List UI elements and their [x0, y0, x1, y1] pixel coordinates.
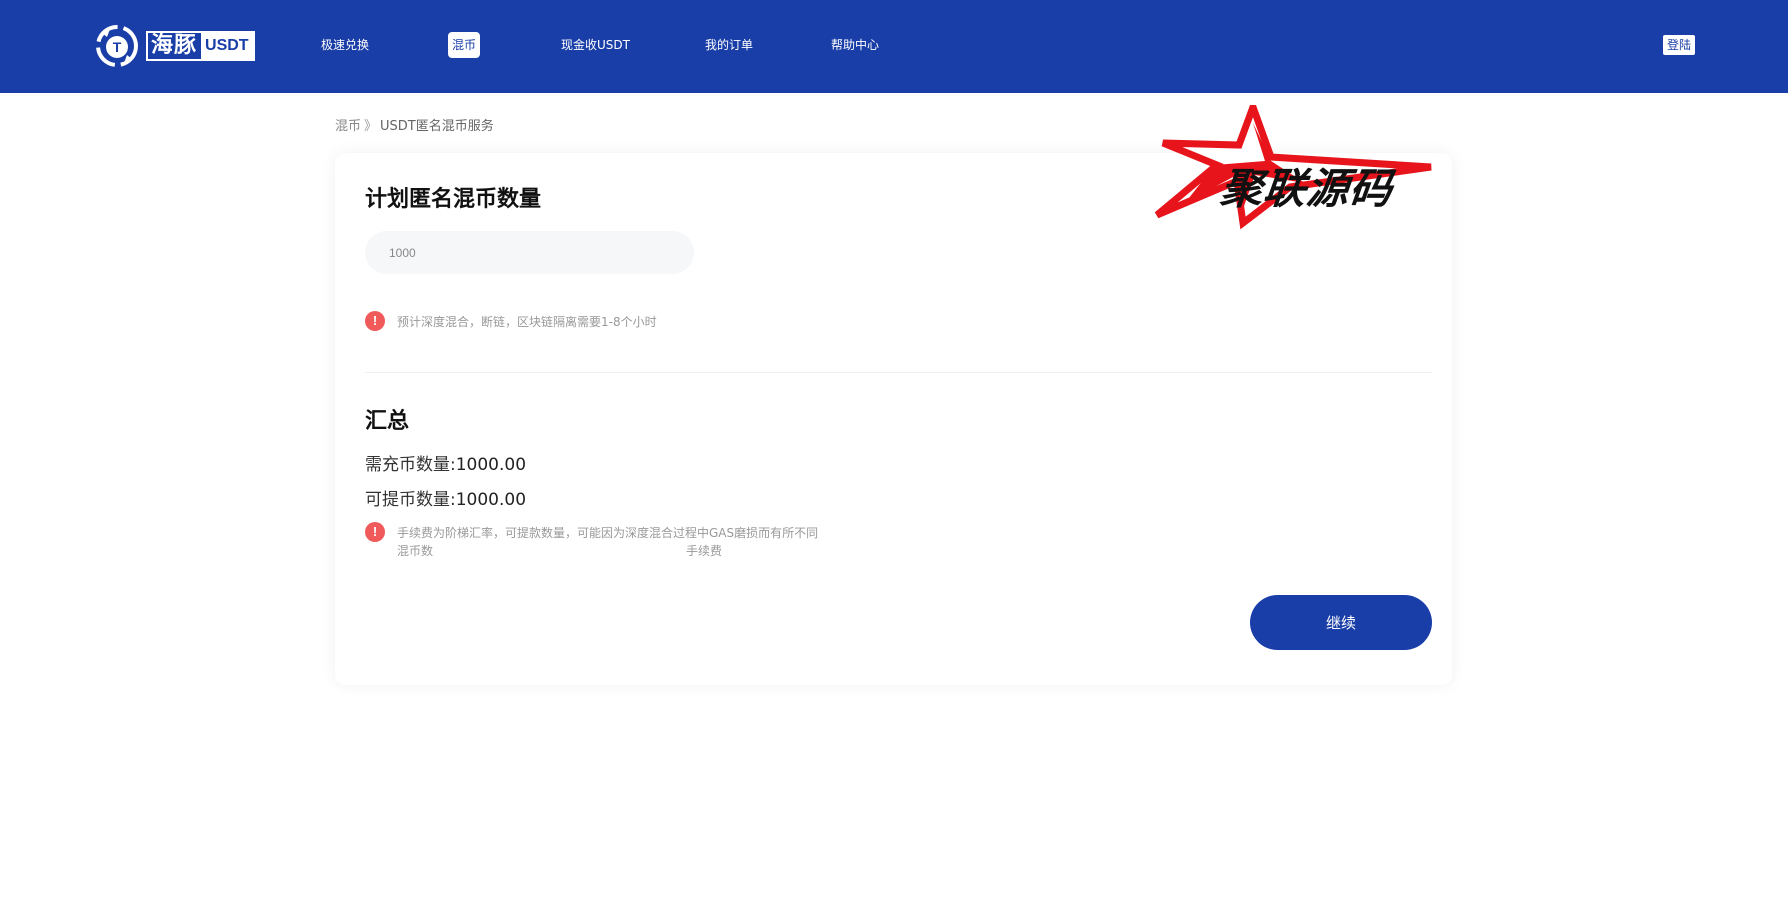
nav-item-fast-exchange[interactable]: 极速兑换 — [321, 36, 369, 54]
breadcrumb: 混币》 USDT匿名混币服务 — [335, 115, 494, 134]
brand-name-box: 海豚 USDT — [146, 31, 255, 61]
breadcrumb-separator: 》 — [364, 119, 378, 134]
brand-name-en: USDT — [201, 33, 253, 59]
withdraw-amount-label: 可提币数量: — [365, 490, 456, 510]
top-header: T 海豚 USDT 极速兑换 混币 现金收USDT 我的订单 帮助中心 登陆 — [0, 0, 1788, 93]
deposit-amount-label: 需充币数量: — [365, 455, 456, 475]
fee-note-mix-amount: 混币数 — [397, 544, 434, 558]
fee-note-line-2: 混币数 手续费 — [397, 542, 847, 560]
watermark: 聚联源码 — [1155, 105, 1435, 230]
section-divider — [365, 372, 1432, 373]
nav-item-my-orders[interactable]: 我的订单 — [705, 36, 753, 54]
withdraw-amount-value: 1000.00 — [455, 490, 527, 510]
dolphin-t-logo-icon: T — [96, 25, 138, 67]
fee-note-fee: 手续费 — [685, 544, 722, 558]
nav-item-help-center[interactable]: 帮助中心 — [831, 36, 879, 54]
mix-time-tip: 预计深度混合，断链，区块链隔离需要1-8个小时 — [397, 315, 657, 329]
breadcrumb-current: USDT匿名混币服务 — [380, 119, 494, 134]
fee-note-text: 手续费为阶梯汇率，可提款数量，可能因为深度混合过程中GAS磨损而有所不同 — [397, 526, 819, 540]
withdraw-amount-row: 可提币数量:1000.00 — [365, 485, 526, 510]
fee-note-line-1: 手续费为阶梯汇率，可提款数量，可能因为深度混合过程中GAS磨损而有所不同 — [397, 524, 847, 542]
deposit-amount-row: 需充币数量:1000.00 — [365, 450, 526, 475]
plan-section-title: 计划匿名混币数量 — [365, 187, 542, 212]
fee-note: 手续费为阶梯汇率，可提款数量，可能因为深度混合过程中GAS磨损而有所不同 混币数… — [397, 524, 847, 560]
login-button[interactable]: 登陆 — [1663, 35, 1696, 55]
mixing-form-card: 计划匿名混币数量 ! 预计深度混合，断链，区块链隔离需要1-8个小时 汇总 需充… — [335, 153, 1452, 685]
brand-logo[interactable]: T 海豚 USDT — [92, 20, 255, 72]
breadcrumb-parent[interactable]: 混币 — [335, 119, 361, 134]
exclamation-circle-icon: ! — [365, 311, 385, 331]
brand-name-cn: 海豚 — [151, 33, 198, 58]
nav-item-cash-usdt[interactable]: 现金收USDT — [561, 36, 630, 54]
exclamation-circle-icon: ! — [365, 522, 385, 542]
mix-amount-input[interactable] — [365, 231, 694, 274]
summary-section-title: 汇总 — [365, 409, 410, 434]
watermark-text: 聚联源码 — [1218, 164, 1396, 213]
continue-button[interactable]: 继续 — [1250, 595, 1432, 650]
deposit-amount-value: 1000.00 — [455, 455, 527, 475]
logo-letter: T — [113, 39, 122, 55]
nav-item-mixing[interactable]: 混币 — [448, 32, 481, 58]
